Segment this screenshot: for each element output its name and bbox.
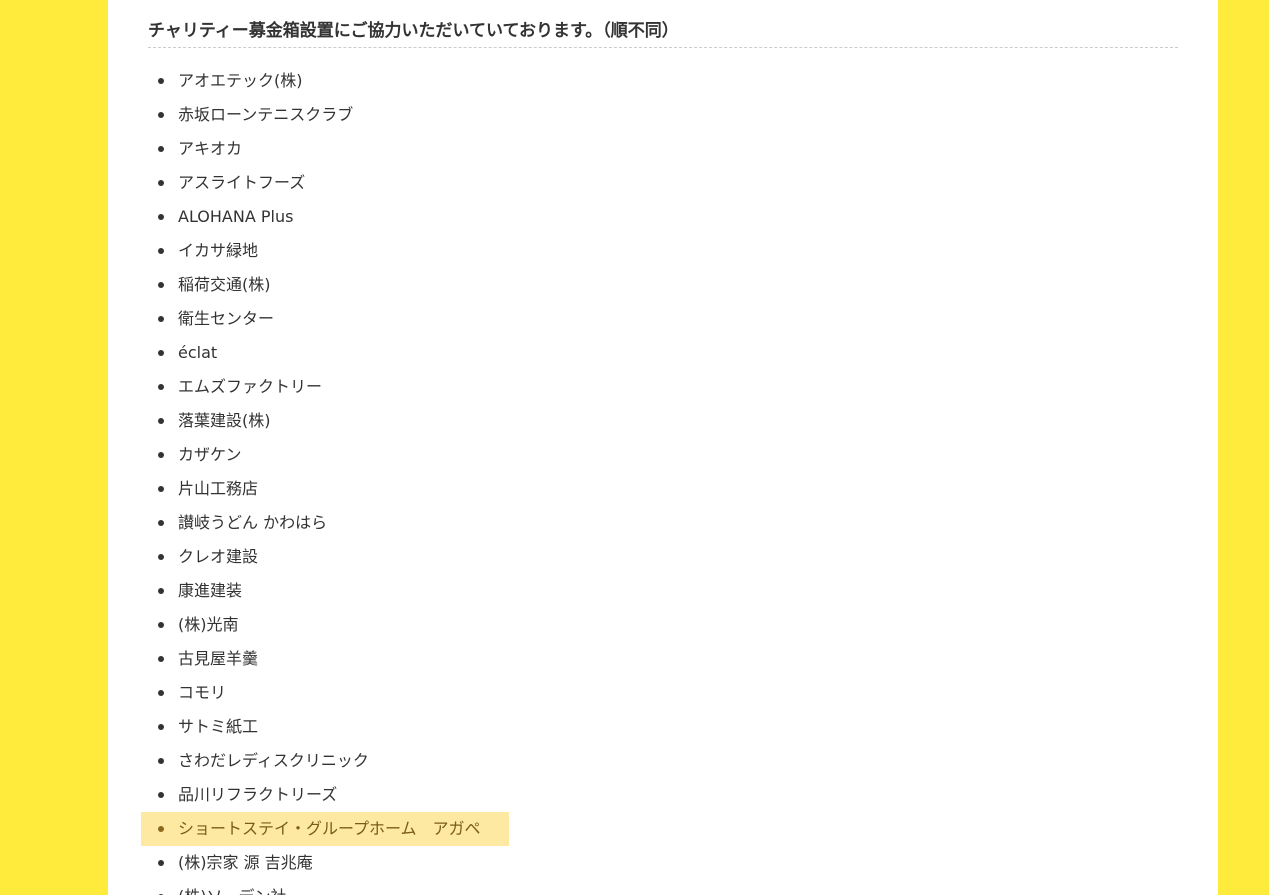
- list-item: さわだレディスクリニック: [148, 744, 1178, 778]
- list-item: 片山工務店: [148, 472, 1178, 506]
- sponsor-list: アオエテック(株) 赤坂ローンテニスクラブ アキオカ アスライトフーズ ALOH…: [141, 64, 1178, 895]
- list-item: エムズファクトリー: [148, 370, 1178, 404]
- list-item: 康進建装: [148, 574, 1178, 608]
- bullet-icon: [158, 214, 164, 220]
- bullet-icon: [158, 350, 164, 356]
- sponsor-name: (株)光南: [178, 615, 239, 634]
- list-item-highlighted: ショートステイ・グループホーム アガペ: [141, 812, 509, 846]
- bullet-icon: [158, 554, 164, 560]
- sponsor-name: 落葉建設(株): [178, 411, 271, 430]
- list-item: サトミ紙工: [148, 710, 1178, 744]
- bullet-icon: [158, 418, 164, 424]
- bullet-icon: [158, 248, 164, 254]
- sponsor-name: さわだレディスクリニック: [178, 751, 369, 770]
- list-item: éclat: [148, 336, 1178, 370]
- section-heading: チャリティー募金箱設置にご協力いただいていております。（順不同）: [148, 18, 1178, 48]
- sponsor-name: 古見屋羊羹: [178, 649, 259, 668]
- bullet-icon: [158, 486, 164, 492]
- sponsor-name: 康進建装: [178, 581, 243, 600]
- bullet-icon: [158, 452, 164, 458]
- bullet-icon: [158, 622, 164, 628]
- sponsor-name: 稲荷交通(株): [178, 275, 271, 294]
- sponsor-name: カザケン: [178, 445, 242, 464]
- sponsor-name: 赤坂ローンテニスクラブ: [178, 105, 354, 124]
- sponsor-name: エムズファクトリー: [178, 377, 323, 396]
- bullet-icon: [158, 690, 164, 696]
- list-item: (株)光南: [148, 608, 1178, 642]
- list-item: コモリ: [148, 676, 1178, 710]
- bullet-icon: [158, 860, 164, 866]
- sponsor-name: 衛生センター: [178, 309, 275, 328]
- sponsor-name: ALOHANA Plus: [178, 207, 294, 226]
- list-item: 讃岐うどん かわはら: [148, 506, 1178, 540]
- list-item: 落葉建設(株): [148, 404, 1178, 438]
- sponsor-name: アキオカ: [178, 139, 243, 158]
- sponsor-name: éclat: [178, 343, 218, 362]
- sponsor-name: アスライトフーズ: [178, 173, 306, 192]
- sponsor-name: アオエテック(株): [178, 71, 303, 90]
- sponsor-name: ショートステイ・グループホーム アガペ: [178, 819, 481, 838]
- list-item: 品川リフラクトリーズ: [148, 778, 1178, 812]
- sponsor-name: 讃岐うどん かわはら: [178, 513, 328, 532]
- sponsor-name: イカサ緑地: [178, 241, 259, 260]
- list-item: (株)ソーデン社: [148, 880, 1178, 895]
- bullet-icon: [158, 384, 164, 390]
- bullet-icon: [158, 656, 164, 662]
- list-item: クレオ建設: [148, 540, 1178, 574]
- list-item: カザケン: [148, 438, 1178, 472]
- content-panel: チャリティー募金箱設置にご協力いただいていております。（順不同） アオエテック(…: [108, 0, 1218, 895]
- bullet-icon: [158, 588, 164, 594]
- sponsor-name: クレオ建設: [178, 547, 259, 566]
- bullet-icon: [158, 520, 164, 526]
- bullet-icon: [158, 826, 164, 832]
- list-item: 赤坂ローンテニスクラブ: [148, 98, 1178, 132]
- sponsor-name: サトミ紙工: [178, 717, 259, 736]
- bullet-icon: [158, 758, 164, 764]
- list-item: (株)宗家 源 吉兆庵: [148, 846, 1178, 880]
- sponsor-name: (株)ソーデン社: [178, 880, 287, 895]
- list-item: 古見屋羊羹: [148, 642, 1178, 676]
- sponsor-name: (株)宗家 源 吉兆庵: [178, 853, 313, 872]
- bullet-icon: [158, 282, 164, 288]
- sponsor-name: 品川リフラクトリーズ: [178, 785, 338, 804]
- list-item: 稲荷交通(株): [148, 268, 1178, 302]
- bullet-icon: [158, 146, 164, 152]
- sponsor-name: コモリ: [178, 683, 227, 702]
- list-item: ALOHANA Plus: [148, 200, 1178, 234]
- bullet-icon: [158, 316, 164, 322]
- list-item: 衛生センター: [148, 302, 1178, 336]
- sponsor-name: 片山工務店: [178, 479, 259, 498]
- bullet-icon: [158, 724, 164, 730]
- bullet-icon: [158, 112, 164, 118]
- list-item: イカサ緑地: [148, 234, 1178, 268]
- bullet-icon: [158, 792, 164, 798]
- list-item: アスライトフーズ: [148, 166, 1178, 200]
- bullet-icon: [158, 180, 164, 186]
- list-item: アキオカ: [148, 132, 1178, 166]
- list-item: アオエテック(株): [148, 64, 1178, 98]
- bullet-icon: [158, 78, 164, 84]
